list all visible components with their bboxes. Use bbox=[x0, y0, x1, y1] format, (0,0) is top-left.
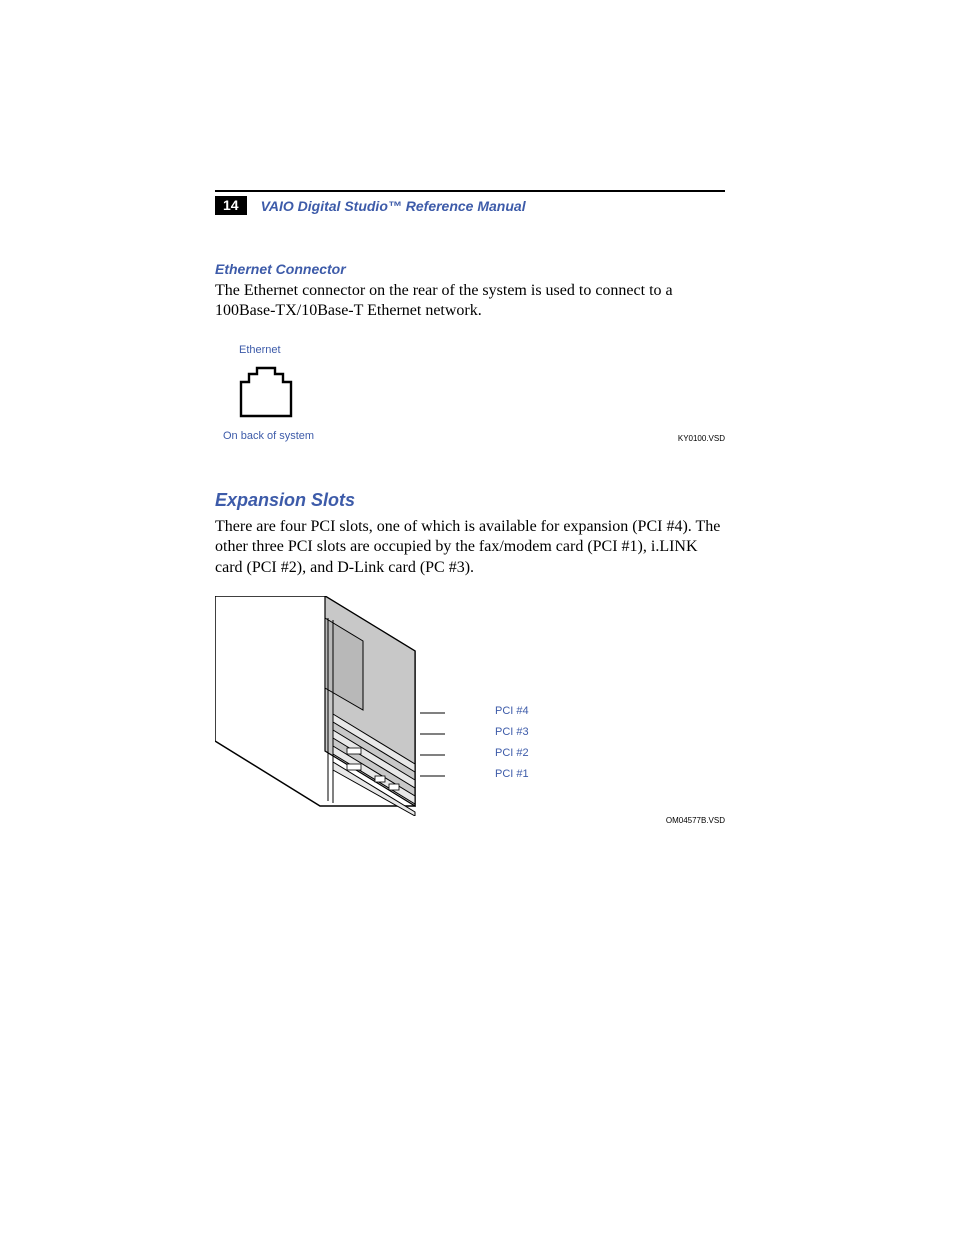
pci-label-3: PCI #3 bbox=[495, 726, 529, 738]
ethernet-body: The Ethernet connector on the rear of th… bbox=[215, 281, 725, 322]
pci-label-4: PCI #4 bbox=[495, 705, 529, 717]
pci-label-2: PCI #2 bbox=[495, 747, 529, 759]
ethernet-caption: On back of system bbox=[223, 430, 314, 442]
expansion-figure: PCI #4 PCI #3 PCI #2 PCI #1 OM04577B.VSD bbox=[215, 596, 725, 836]
ethernet-label: Ethernet bbox=[239, 344, 281, 356]
expansion-heading: Expansion Slots bbox=[215, 490, 725, 511]
ethernet-figure-code: KY0100.VSD bbox=[678, 434, 725, 443]
manual-title: VAIO Digital Studio™ Reference Manual bbox=[261, 198, 526, 214]
page-number: 14 bbox=[215, 196, 247, 215]
ethernet-heading: Ethernet Connector bbox=[215, 261, 725, 277]
page-header: 14 VAIO Digital Studio™ Reference Manual bbox=[215, 196, 725, 215]
page-content: 14 VAIO Digital Studio™ Reference Manual… bbox=[215, 190, 725, 836]
expansion-figure-code: OM04577B.VSD bbox=[666, 816, 725, 825]
pci-label-1: PCI #1 bbox=[495, 768, 529, 780]
expansion-body: There are four PCI slots, one of which i… bbox=[215, 517, 725, 578]
ethernet-figure: Ethernet On back of system KY0100.VSD bbox=[215, 344, 725, 454]
ethernet-port-icon bbox=[235, 360, 297, 423]
header-rule bbox=[215, 190, 725, 192]
